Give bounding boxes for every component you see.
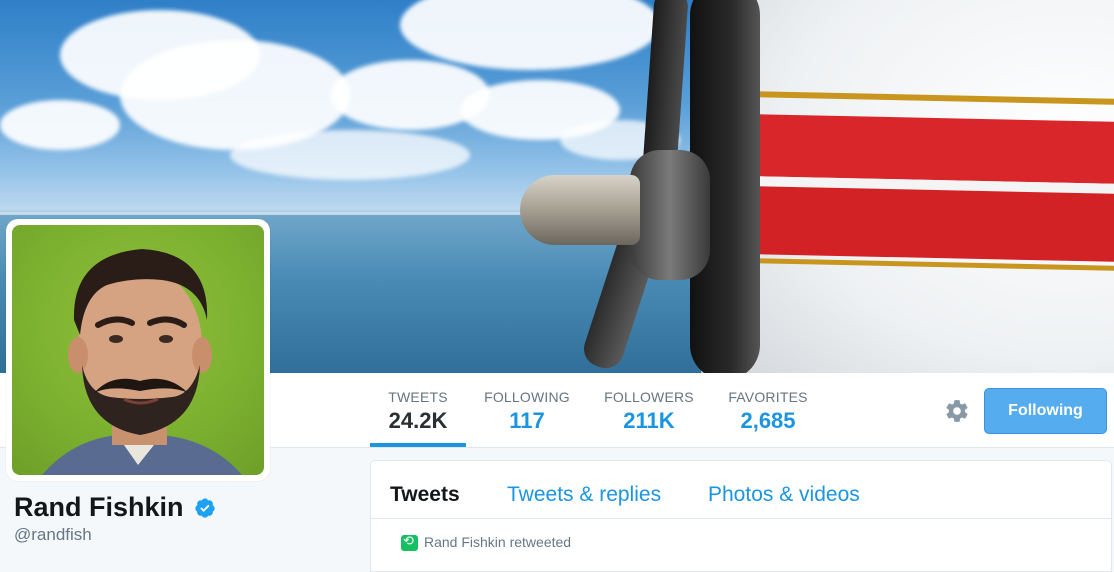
screen-name: @randfish [14, 525, 92, 544]
avatar[interactable] [6, 219, 270, 481]
profile-name-block: Rand Fishkin @randfish [14, 492, 216, 545]
timeline-panel: Tweets Tweets & replies Photos & videos … [370, 460, 1112, 572]
retweet-icon [401, 534, 418, 552]
stat-value: 24.2K [388, 408, 448, 433]
stat-label: TWEETS [388, 389, 448, 405]
stat-label: FAVORITES [728, 389, 808, 405]
stat-value: 211K [623, 408, 675, 433]
stat-followers[interactable]: FOLLOWERS 211K [604, 373, 694, 447]
tab-photos-and-videos[interactable]: Photos & videos [708, 483, 860, 507]
retweet-context: Rand Fishkin retweeted [401, 534, 571, 552]
profile-name[interactable]: Rand Fishkin [14, 492, 184, 523]
tab-tweets-and-replies[interactable]: Tweets & replies [507, 483, 661, 507]
verified-badge-icon [194, 497, 216, 519]
stat-tweets[interactable]: TWEETS 24.2K [370, 373, 466, 447]
avatar-photo [12, 225, 264, 475]
stat-value: 117 [509, 408, 545, 433]
tab-tweets[interactable]: Tweets [390, 483, 460, 507]
retweet-context-text[interactable]: Rand Fishkin retweeted [424, 534, 571, 550]
stat-favorites[interactable]: FAVORITES 2,685 [728, 373, 808, 447]
stat-label: FOLLOWING [484, 389, 570, 405]
divider [371, 518, 1111, 519]
stat-following[interactable]: FOLLOWING 117 [484, 373, 570, 447]
stat-value: 2,685 [740, 408, 796, 433]
stat-label: FOLLOWERS [604, 389, 694, 405]
following-button[interactable]: Following [984, 388, 1107, 434]
gear-icon[interactable] [944, 398, 970, 424]
